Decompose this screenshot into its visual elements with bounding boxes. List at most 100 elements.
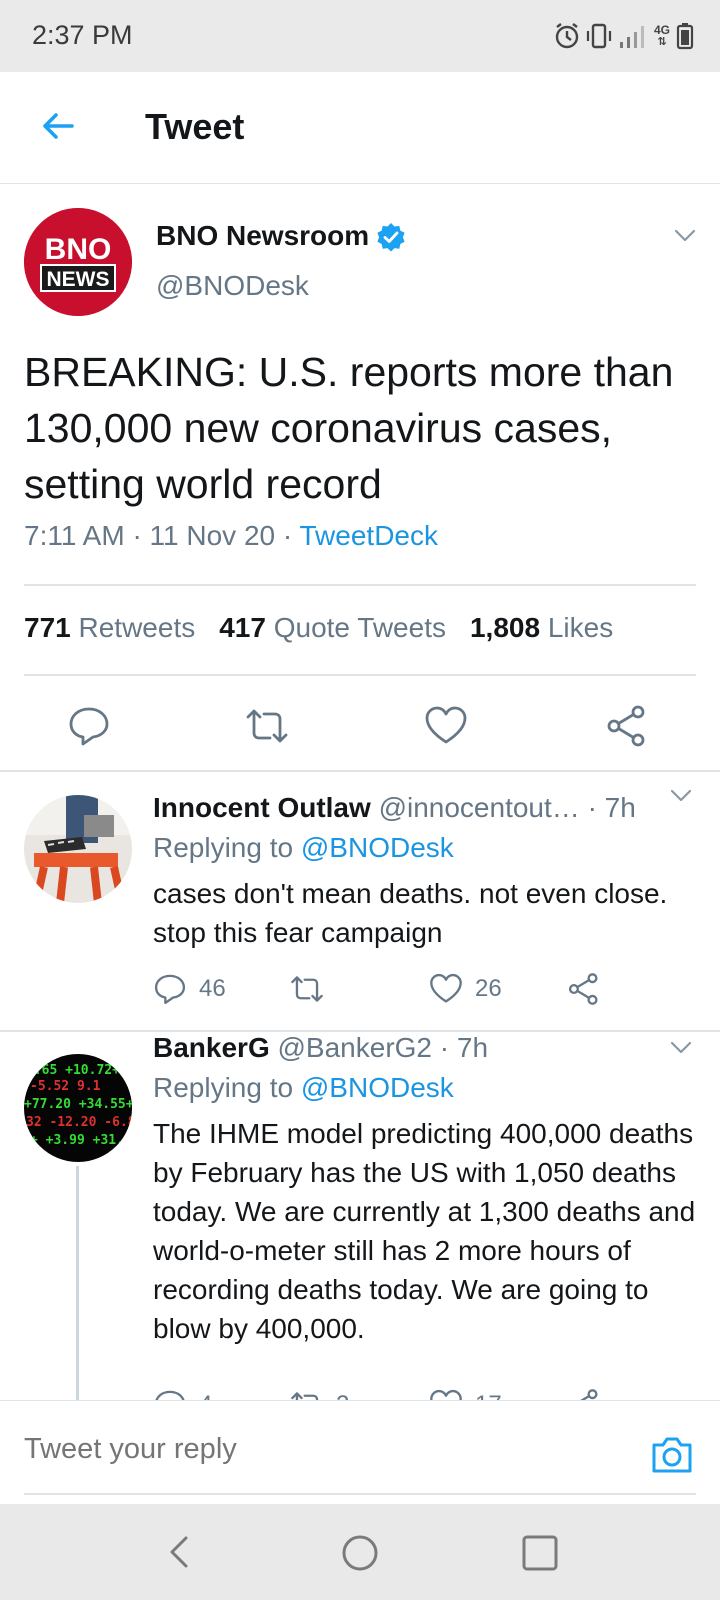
nav-recents-icon[interactable]: [520, 1534, 560, 1572]
avatar[interactable]: BNO NEWS: [24, 208, 132, 316]
likes-label: Likes: [547, 612, 614, 643]
tweet-timestamp: 7:11 AM · 11 Nov 20 · TweetDeck: [24, 520, 438, 552]
alarm-icon: [555, 23, 579, 49]
retweet-icon[interactable]: [290, 1388, 324, 1400]
quote-tweets-count: 417: [219, 612, 266, 643]
network-4g-icon: 4G ⇅: [654, 24, 670, 48]
tweet-source-link[interactable]: TweetDeck: [300, 520, 439, 551]
ticker-text-row: + +3.99 +31.5: [30, 1133, 132, 1148]
replying-to-prefix: Replying to: [153, 832, 301, 863]
stock-ticker-avatar: 7.65 +10.72+ -5.52 9.1 +77.20 +34.55+ 32…: [24, 1054, 132, 1162]
retweet-action[interactable]: [290, 972, 336, 1006]
reply-author-handle[interactable]: @BankerG2: [278, 1032, 433, 1063]
retweet-action[interactable]: 2: [290, 1388, 349, 1400]
divider: [24, 584, 696, 586]
logo-text-top: BNO: [45, 233, 112, 266]
replying-to: Replying to @BNODesk: [153, 832, 454, 864]
replying-to: Replying to @BNODesk: [153, 1072, 454, 1104]
bno-news-logo: BNO NEWS: [24, 208, 132, 316]
like-count: 17: [475, 1391, 502, 1400]
reply-action[interactable]: 4: [153, 1388, 212, 1400]
page-title: Tweet: [145, 106, 245, 147]
reply-author-handle[interactable]: @innocentout…: [379, 792, 580, 823]
top-app-bar: Tweet: [0, 72, 720, 184]
reply-header: BankerG @BankerG2 · 7h: [153, 1032, 488, 1064]
meta-separator: ·: [282, 520, 293, 551]
network-type-label: 4G: [653, 23, 670, 37]
ticker-text-row: -5.52 9.1: [30, 1079, 101, 1094]
like-heart-icon[interactable]: [429, 1388, 463, 1400]
reply-icon[interactable]: [153, 1388, 187, 1400]
tweet-time: 7:11 AM: [24, 520, 125, 551]
share-icon[interactable]: [567, 972, 601, 1006]
signal-icon: [619, 26, 644, 48]
retweets-label: Retweets: [78, 612, 196, 643]
thread-line: [76, 1166, 79, 1400]
camera-icon[interactable]: [650, 1435, 694, 1475]
likes-count: 1,808: [469, 612, 541, 643]
tweet-actions: [0, 684, 720, 770]
divider: [24, 674, 696, 676]
ticker-text-row: 7.65 +10.72+: [26, 1063, 120, 1078]
meta-separator: ·: [132, 520, 142, 551]
reply-actions: 4 2 17: [153, 1388, 673, 1400]
reply-icon[interactable]: [67, 704, 111, 748]
reply-header: Innocent Outlaw @innocentout… · 7h: [153, 792, 636, 824]
nav-home-icon[interactable]: [340, 1534, 380, 1572]
retweet-icon[interactable]: [245, 704, 289, 748]
tweet-date: 11 Nov 20: [149, 520, 276, 551]
quote-tweets-stat[interactable]: 417 Quote Tweets: [219, 612, 446, 643]
reply-text: cases don't mean deaths. not even close.…: [153, 878, 668, 948]
system-nav-bar: [0, 1504, 720, 1600]
avatar[interactable]: 7.65 +10.72+ -5.52 9.1 +77.20 +34.55+ 32…: [24, 1054, 132, 1162]
verified-badge-icon: [377, 223, 405, 252]
share-action[interactable]: [567, 1388, 601, 1400]
reply-icon[interactable]: [153, 972, 187, 1006]
retweet-icon[interactable]: [290, 972, 324, 1006]
share-action[interactable]: [567, 972, 601, 1006]
logo-text-bottom: NEWS: [47, 268, 110, 291]
like-action[interactable]: 17: [429, 1388, 502, 1400]
retweets-count: 771: [24, 612, 71, 643]
nav-back-icon[interactable]: [160, 1534, 200, 1570]
chevron-down-icon[interactable]: [668, 782, 694, 808]
retweets-stat[interactable]: 771 Retweets: [24, 612, 195, 643]
ticker-text-row: +77.20 +34.55+: [24, 1097, 132, 1112]
vibrate-icon: [586, 23, 612, 49]
like-heart-icon[interactable]: [429, 972, 463, 1006]
like-action[interactable]: 26: [429, 972, 502, 1006]
ticker-text-row: 32 -12.20 -6.88: [26, 1115, 132, 1130]
quote-tweets-label: Quote Tweets: [273, 612, 446, 643]
replying-to-link[interactable]: @BNODesk: [301, 1072, 454, 1103]
reply-time: · 7h: [587, 792, 636, 823]
reply-tweet[interactable]: 7.65 +10.72+ -5.52 9.1 +77.20 +34.55+ 32…: [0, 1032, 720, 1400]
replying-to-link[interactable]: @BNODesk: [301, 832, 454, 863]
like-heart-icon[interactable]: [424, 704, 468, 748]
retweet-count: 2: [336, 1391, 349, 1400]
reply-action[interactable]: 46: [153, 972, 226, 1006]
battery-icon: [676, 23, 694, 50]
tweet-stats: 771 Retweets 417 Quote Tweets 1,808 Likes: [24, 612, 613, 644]
chevron-down-icon[interactable]: [668, 1034, 694, 1060]
avatar-photo: [24, 795, 132, 903]
share-icon[interactable]: [605, 704, 649, 748]
avatar[interactable]: [24, 795, 132, 903]
reply-text: The IHME model predicting 400,000 deaths…: [153, 1118, 696, 1344]
replying-to-prefix: Replying to: [153, 1072, 301, 1103]
likes-stat[interactable]: 1,808 Likes: [470, 612, 613, 643]
chevron-down-icon[interactable]: [672, 222, 698, 248]
reply-count: 4: [199, 1391, 212, 1400]
reply-author-name[interactable]: Innocent Outlaw: [153, 792, 371, 823]
arrow-left-icon[interactable]: [36, 104, 80, 148]
reply-author-name[interactable]: BankerG: [153, 1032, 270, 1063]
reply-count: 46: [199, 975, 226, 1002]
status-bar: 2:37 PM 4G ⇅: [0, 0, 720, 72]
reply-tweet[interactable]: Innocent Outlaw @innocentout… · 7h Reply…: [0, 772, 720, 1030]
author-handle[interactable]: @BNODesk: [156, 270, 309, 302]
tweet-text: BREAKING: U.S. reports more than 130,000…: [24, 349, 674, 507]
status-time: 2:37 PM: [32, 20, 133, 50]
author-name[interactable]: BNO Newsroom: [156, 220, 369, 252]
reply-input[interactable]: [24, 1433, 584, 1466]
status-icons: 4G ⇅: [554, 20, 694, 52]
share-icon[interactable]: [567, 1388, 601, 1400]
